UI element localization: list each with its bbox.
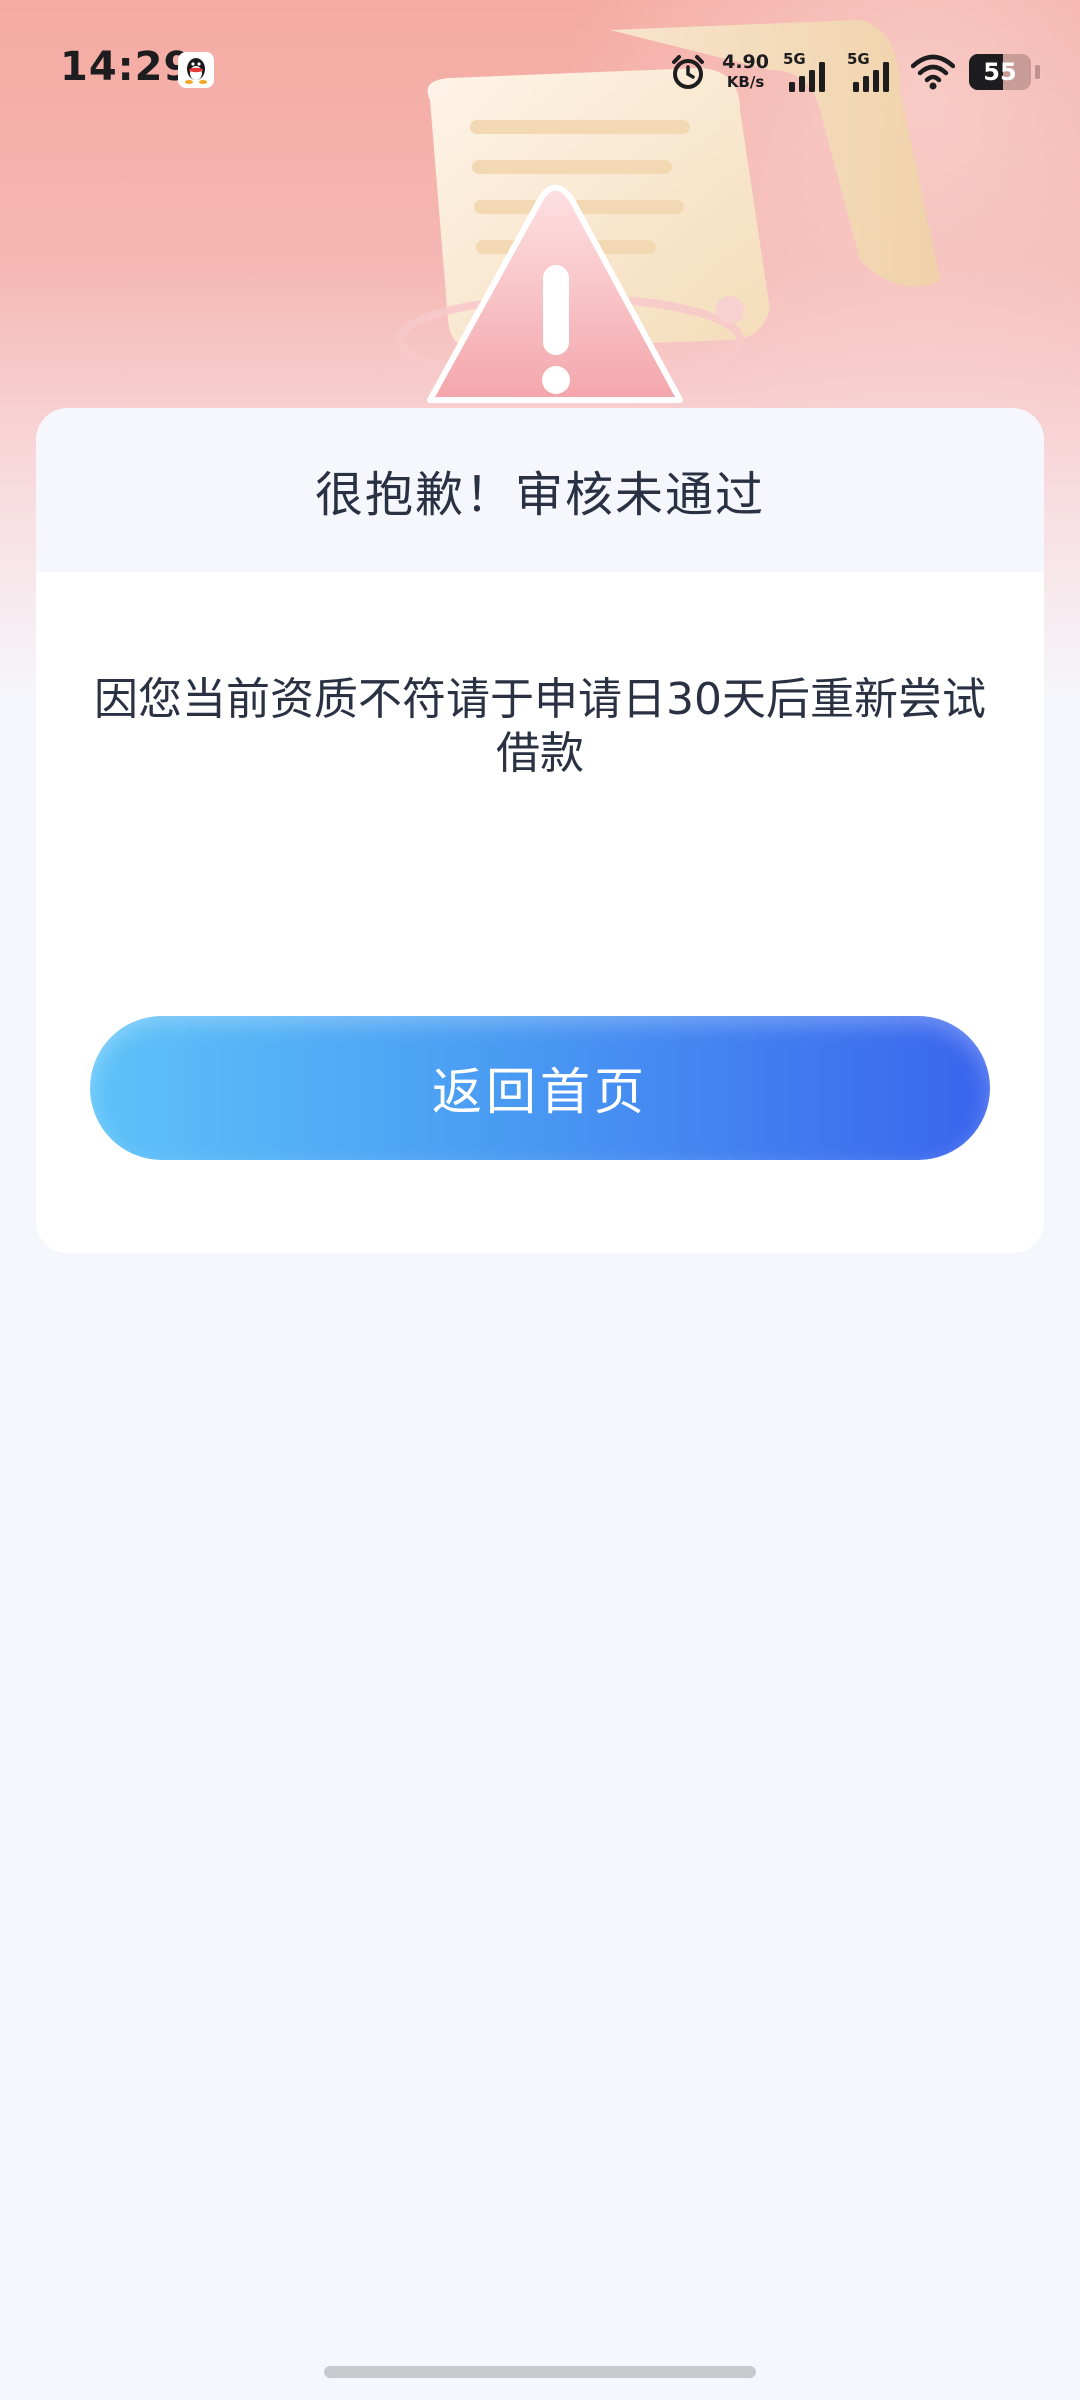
battery-indicator: 55 [969, 54, 1031, 90]
battery-level: 55 [983, 58, 1017, 86]
sim2-signal: 5G [847, 50, 897, 94]
warning-dot [542, 366, 570, 394]
alarm-clock-icon [672, 55, 705, 89]
status-icons: 4.90 KB/s 5G 5G 55 [668, 48, 1040, 96]
screen: 14:29 4.90 KB/s 5G 5G 55 很抱歉！审核未通过 因您当前资… [0, 0, 1080, 2400]
home-indicator-bar[interactable] [324, 2366, 756, 2378]
document-line [472, 160, 672, 174]
warning-bar [543, 265, 569, 355]
result-title: 很抱歉！审核未通过 [314, 467, 765, 523]
wifi-icon [911, 54, 955, 90]
sim2-label: 5G [847, 50, 870, 68]
sim1-label: 5G [783, 50, 806, 68]
result-message: 因您当前资质不符请于申请日30天后重新尝试借款 [94, 674, 986, 779]
result-card: 很抱歉！审核未通过 因您当前资质不符请于申请日30天后重新尝试借款 返回首页 [36, 408, 1044, 1253]
qq-penguin-icon [178, 52, 214, 88]
orbit-dot [716, 296, 744, 324]
card-header: 很抱歉！审核未通过 [36, 408, 1044, 572]
network-speed-value: 4.90 [722, 51, 769, 73]
battery-cap [1035, 65, 1040, 79]
status-bar: 14:29 4.90 KB/s 5G 5G 55 [0, 0, 1080, 140]
network-speed-unit: KB/s [726, 73, 765, 91]
sim1-signal: 5G [783, 50, 833, 94]
network-speed: 4.90 KB/s [722, 52, 769, 92]
status-time: 14:29 [60, 44, 193, 90]
return-home-button[interactable]: 返回首页 [90, 1016, 990, 1160]
